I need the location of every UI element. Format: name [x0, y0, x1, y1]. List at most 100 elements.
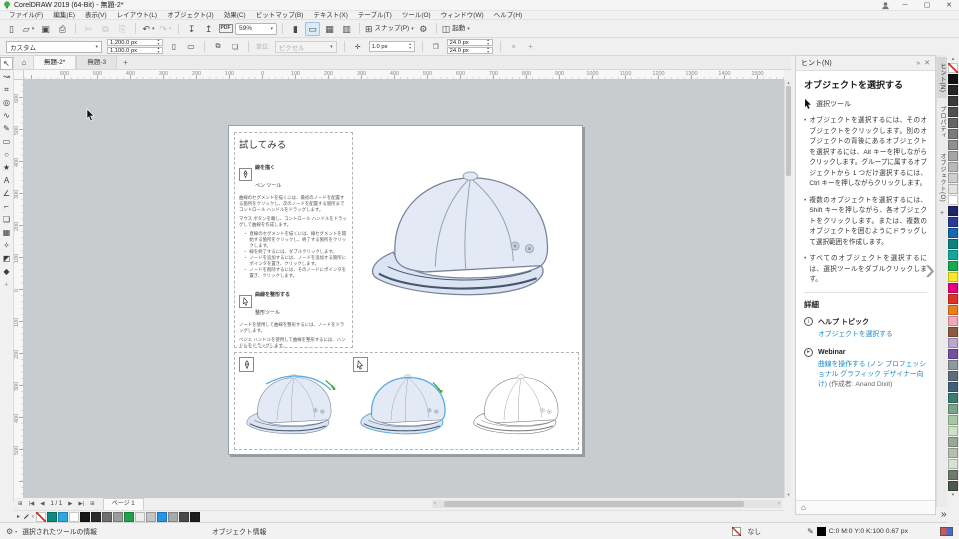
add-page-before-button[interactable]: ⊞: [16, 501, 25, 507]
document-palette-swatch[interactable]: [47, 512, 57, 522]
transparency-tool-icon[interactable]: ▦: [0, 226, 13, 239]
palette-swatch[interactable]: [948, 327, 958, 337]
palette-swatch[interactable]: [948, 63, 958, 73]
document-palette-swatch[interactable]: [135, 512, 145, 522]
menu-item[interactable]: ウィンドウ(W): [436, 11, 489, 20]
palette-swatch[interactable]: [948, 272, 958, 282]
document-palette-swatch[interactable]: [179, 512, 189, 522]
palette-swatch[interactable]: [948, 360, 958, 370]
nudge-distance-field[interactable]: 1.0 px▲▼: [369, 41, 415, 52]
crop-tool-icon[interactable]: ⌗: [0, 83, 13, 96]
minimize-button[interactable]: ─: [898, 2, 912, 9]
last-page-button[interactable]: ▶|: [76, 501, 86, 507]
fullscreen-preview-icon[interactable]: ▮: [288, 22, 303, 36]
palette-swatch[interactable]: [948, 96, 958, 106]
document-palette-swatch[interactable]: [69, 512, 79, 522]
menu-item[interactable]: 編集(E): [48, 11, 80, 20]
interactive-fill-tool-icon[interactable]: ◩: [0, 252, 13, 265]
document-palette-swatch[interactable]: [102, 512, 112, 522]
apply-size-all-pages-button[interactable]: ⧉: [212, 43, 224, 51]
palette-swatch[interactable]: [948, 459, 958, 469]
menu-item[interactable]: ビットマップ(B): [251, 11, 309, 20]
palette-swatch[interactable]: [948, 448, 958, 458]
launch-menu-button[interactable]: ◫起動▾: [442, 22, 470, 36]
apply-size-current-page-button[interactable]: ❏: [229, 43, 241, 51]
scroll-left-icon[interactable]: ‹: [434, 500, 436, 508]
palette-swatch[interactable]: [948, 349, 958, 359]
horizontal-ruler[interactable]: 6005004003002001000100200300400500600700…: [24, 70, 784, 80]
hints-home-icon[interactable]: ⌂: [801, 503, 806, 512]
zoom-level-combo[interactable]: 59%▾: [235, 23, 277, 35]
palette-eyedropper-icon[interactable]: [22, 513, 30, 521]
menu-item[interactable]: テキスト(X): [308, 11, 352, 20]
palette-swatch[interactable]: [948, 404, 958, 414]
color-eyedropper-tool-icon[interactable]: ✧: [0, 239, 13, 252]
palette-swatch[interactable]: [948, 107, 958, 117]
document-palette-swatch[interactable]: [157, 512, 167, 522]
palette-swatch[interactable]: [948, 437, 958, 447]
palette-swatch[interactable]: [948, 140, 958, 150]
docker-collapse-icon[interactable]: »: [916, 60, 920, 67]
open-icon[interactable]: ▱▾: [21, 22, 36, 36]
drop-shadow-tool-icon[interactable]: ❏: [0, 213, 13, 226]
palette-swatch[interactable]: [948, 283, 958, 293]
palette-swatch[interactable]: [948, 393, 958, 403]
copy-icon[interactable]: ⧉: [98, 22, 113, 36]
undo-icon[interactable]: ↶▾: [141, 22, 156, 36]
palette-swatch[interactable]: [948, 250, 958, 260]
palette-swatch[interactable]: [948, 294, 958, 304]
menu-item[interactable]: ヘルプ(H): [489, 11, 528, 20]
close-button[interactable]: ✕: [942, 1, 956, 9]
fill-color-swatch[interactable]: [732, 527, 741, 536]
canvas-vertical-scrollbar[interactable]: ▲ ▼: [784, 80, 791, 498]
palette-swatch[interactable]: [948, 338, 958, 348]
palette-scroll-left-icon[interactable]: ‹: [32, 514, 34, 520]
page-tab[interactable]: ページ 1: [103, 498, 144, 510]
menu-item[interactable]: ファイル(F): [4, 11, 48, 20]
color-proof-icon[interactable]: [940, 527, 953, 536]
dimension-tool-icon[interactable]: ∠: [0, 187, 13, 200]
palette-scroll-down-icon[interactable]: ▾: [952, 492, 955, 498]
rectangle-tool-icon[interactable]: ▭: [0, 135, 13, 148]
vertical-ruler[interactable]: 6005004003002001000100200300400500: [14, 80, 24, 498]
palette-swatch[interactable]: [948, 151, 958, 161]
webinar-link[interactable]: 曲線を操作する (ノン プロフェッショナル グラフィック デザイナー向け) (作…: [818, 360, 927, 390]
ellipse-tool-icon[interactable]: ○: [0, 148, 13, 161]
landscape-button[interactable]: ▭: [185, 42, 197, 51]
previous-page-button[interactable]: ◀: [38, 501, 46, 507]
palette-swatch[interactable]: [948, 173, 958, 183]
outline-color-swatch[interactable]: [817, 527, 826, 536]
palette-swatch[interactable]: [948, 217, 958, 227]
document-palette-swatch[interactable]: [190, 512, 200, 522]
portrait-button[interactable]: ▯: [168, 42, 180, 51]
add-docker-button[interactable]: +: [940, 210, 944, 217]
add-page-after-button[interactable]: ⊞: [88, 501, 97, 507]
menu-item[interactable]: 表示(V): [80, 11, 112, 20]
palette-swatch[interactable]: [948, 426, 958, 436]
document-palette-swatch[interactable]: [91, 512, 101, 522]
show-guidelines-icon[interactable]: ▥: [339, 22, 354, 36]
ruler-origin-corner[interactable]: [14, 70, 24, 80]
palette-swatch[interactable]: [948, 162, 958, 172]
zoom-tool-icon[interactable]: ◎: [0, 96, 13, 109]
palette-swatch[interactable]: [948, 382, 958, 392]
palette-swatch[interactable]: [948, 316, 958, 326]
palette-swatch[interactable]: [948, 371, 958, 381]
publish-pdf-icon[interactable]: PDF: [218, 22, 233, 36]
menu-item[interactable]: オブジェクト(J): [162, 11, 219, 20]
document-palette-swatch[interactable]: [124, 512, 134, 522]
palette-swatch[interactable]: [948, 261, 958, 271]
freehand-tool-icon[interactable]: ∿: [0, 109, 13, 122]
save-icon[interactable]: ▣: [38, 22, 53, 36]
palette-swatch[interactable]: [948, 118, 958, 128]
palette-swatch[interactable]: [948, 305, 958, 315]
docker-tab-properties[interactable]: プロパティ: [937, 100, 947, 145]
pick-tool-icon[interactable]: ↖: [0, 57, 13, 70]
artistic-media-tool-icon[interactable]: ✎: [0, 122, 13, 135]
treat-as-filled-button[interactable]: ▫: [508, 42, 520, 51]
new-document-icon[interactable]: ▯: [4, 22, 19, 36]
status-gear-caret[interactable]: ▾: [15, 529, 17, 534]
docker-close-icon[interactable]: ✕: [924, 59, 930, 67]
palette-swatch[interactable]: [948, 206, 958, 216]
polygon-tool-icon[interactable]: ★: [0, 161, 13, 174]
